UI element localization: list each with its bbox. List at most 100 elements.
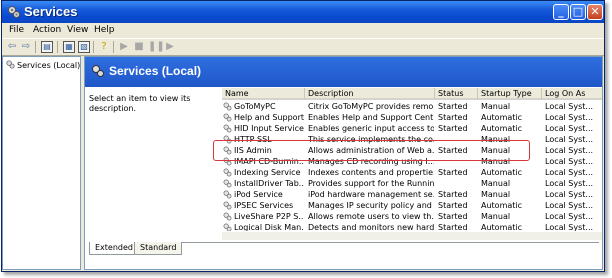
tab-extended[interactable]: Extended <box>89 242 139 255</box>
table-row[interactable]: Logical Disk Man... Detects and monitors … <box>222 222 602 231</box>
cell-startup-type: Automatic <box>481 124 523 133</box>
cell-name: InstallDriver Tab... <box>234 179 304 188</box>
back-icon[interactable]: ⇦ <box>6 41 18 53</box>
cell-description: Allows remote users to view th... <box>308 212 434 221</box>
cell-status: Started <box>438 168 468 177</box>
maximize-button[interactable]: □ <box>570 4 586 20</box>
cell-startup-type: Manual <box>481 179 511 188</box>
close-button[interactable]: ✕ <box>587 4 603 20</box>
cell-name: Help and Support <box>234 113 304 122</box>
service-gear-icon <box>223 212 232 221</box>
cell-name: HID Input Service <box>234 124 304 133</box>
cell-status: Started <box>438 201 468 210</box>
panel-title: Services (Local) <box>109 64 202 78</box>
cell-startup-type: Manual <box>481 212 511 221</box>
cell-description: Enables generic input access to... <box>308 124 434 133</box>
table-row[interactable]: InstallDriver Tab... Provides support for… <box>222 178 602 189</box>
services-gear-icon <box>8 6 20 18</box>
console-tree-icon[interactable]: ▤ <box>41 41 53 53</box>
cell-startup-type: Automatic <box>481 168 523 177</box>
help-icon[interactable]: ? <box>98 41 110 53</box>
cell-name: GoToMyPC <box>234 102 276 111</box>
cell-log-on-as: Local Syst... <box>545 146 594 155</box>
service-gear-icon <box>223 179 232 188</box>
table-row[interactable]: Help and Support Enables Help and Support… <box>222 112 602 123</box>
table-row[interactable]: LiveShare P2P S... Allows remote users to… <box>222 211 602 222</box>
cell-log-on-as: Local Syst... <box>545 113 594 122</box>
cell-log-on-as: Local Syst... <box>545 212 594 221</box>
cell-status: Started <box>438 212 468 221</box>
cell-name: LiveShare P2P S... <box>234 212 304 221</box>
table-row[interactable]: iPod Service iPod hardware management se.… <box>222 189 602 200</box>
service-gear-icon <box>223 168 232 177</box>
horizontal-scrollbar[interactable] <box>222 232 602 240</box>
cell-log-on-as: Local Syst... <box>545 201 594 210</box>
service-gear-icon <box>223 102 232 111</box>
forward-icon[interactable]: ⇨ <box>20 41 32 53</box>
toolbar-separator <box>57 41 58 53</box>
cell-name: iPod Service <box>234 190 283 199</box>
column-header-log-on-as[interactable]: Log On As <box>542 88 602 100</box>
tree-item-services-local[interactable]: Services (Local) <box>6 60 80 70</box>
cell-log-on-as: Local Syst... <box>545 124 594 133</box>
table-row[interactable]: GoToMyPC Citrix GoToMyPC provides remo...… <box>222 101 602 112</box>
console-tree: Services (Local) <box>2 56 81 270</box>
cell-description: iPod hardware management se... <box>308 190 434 199</box>
menu-view[interactable]: View <box>67 25 88 35</box>
toolbar-separator <box>35 41 36 53</box>
column-header-description[interactable]: Description <box>305 88 435 100</box>
export-list-icon[interactable]: ▧ <box>78 41 90 53</box>
service-gear-icon <box>223 190 232 199</box>
title-bar[interactable]: Services _ □ ✕ <box>2 1 604 23</box>
menu-action[interactable]: Action <box>33 25 61 35</box>
cell-log-on-as: Local Syst... <box>545 190 594 199</box>
cell-status: Started <box>438 113 468 122</box>
services-panel: Services (Local) Select an item to view … <box>84 56 603 270</box>
services-window: Services _ □ ✕ File Action View Help ⇦ ⇨… <box>1 0 605 272</box>
minimize-button[interactable]: _ <box>553 4 569 20</box>
description-text: Select an item to view its description. <box>89 94 191 113</box>
table-row[interactable]: Indexing Service Indexes contents and pro… <box>222 167 602 178</box>
stop-service-icon[interactable]: ■ <box>133 41 145 53</box>
cell-description: Provides support for the Runnin... <box>308 179 434 188</box>
properties-icon[interactable]: ▦ <box>63 41 75 53</box>
view-tabs: Extended Standard <box>89 242 599 257</box>
toolbar: ⇦ ⇨ ▤ ▦ ▧ ? ▶ ■ ❚❚ ▶ <box>2 38 604 56</box>
cell-description: Citrix GoToMyPC provides remo... <box>308 102 434 111</box>
cell-log-on-as: Local Syst... <box>545 102 594 111</box>
services-gear-icon <box>92 65 104 77</box>
menu-bar: File Action View Help <box>2 23 604 38</box>
cell-log-on-as: Local Syst... <box>545 179 594 188</box>
cell-status: Started <box>438 124 468 133</box>
pause-service-icon[interactable]: ❚❚ <box>148 41 165 53</box>
panel-header: Services (Local) <box>85 57 602 87</box>
cell-description: Detects and monitors new hard... <box>308 223 434 231</box>
toolbar-separator <box>113 41 114 53</box>
menu-file[interactable]: File <box>9 25 24 35</box>
service-gear-icon <box>223 124 232 133</box>
cell-startup-type: Manual <box>481 190 511 199</box>
service-gear-icon <box>223 223 232 231</box>
table-row[interactable]: HID Input Service Enables generic input a… <box>222 123 602 134</box>
cell-name: IPSEC Services <box>234 201 294 210</box>
cell-description: Enables Help and Support Cent... <box>308 113 434 122</box>
start-service-icon[interactable]: ▶ <box>118 41 130 53</box>
tab-standard[interactable]: Standard <box>134 242 183 255</box>
iis-admin-highlight <box>213 140 530 161</box>
cell-status: Started <box>438 223 468 231</box>
cell-description: Manages IP security policy and ... <box>308 201 434 210</box>
cell-startup-type: Manual <box>481 102 511 111</box>
column-header-startup-type[interactable]: Startup Type <box>478 88 542 100</box>
cell-status: Started <box>438 102 468 111</box>
table-row[interactable]: IPSEC Services Manages IP security policy… <box>222 200 602 211</box>
cell-status <box>438 178 478 189</box>
tree-item-label: Services (Local) <box>17 61 81 70</box>
cell-startup-type: Automatic <box>481 223 523 231</box>
cell-log-on-as: Local Syst... <box>545 168 594 177</box>
menu-help[interactable]: Help <box>94 25 115 35</box>
column-header-status[interactable]: Status <box>435 88 478 100</box>
restart-service-icon[interactable]: ▶ <box>164 41 176 53</box>
column-header-name[interactable]: Name <box>222 88 305 100</box>
cell-name: Logical Disk Man... <box>234 223 304 231</box>
window-title: Services <box>24 4 78 19</box>
